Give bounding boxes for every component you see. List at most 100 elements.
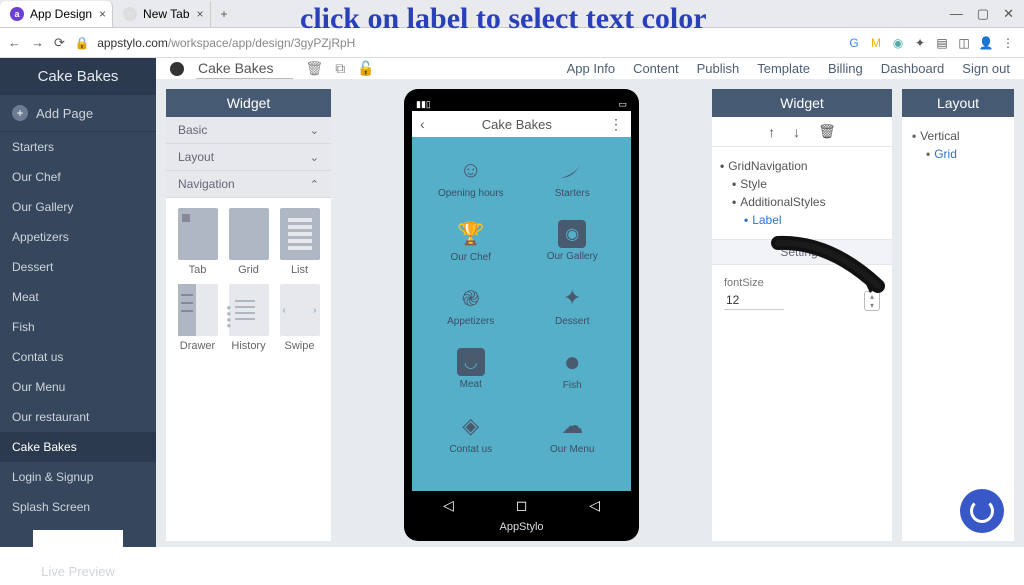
widget-drawer[interactable]: Drawer — [178, 284, 218, 352]
menu-item[interactable]: Dashboard — [881, 61, 945, 76]
phone-preview-wrap: ▮▮▯▭ ‹ Cake Bakes ⋮ ☺Opening hours Start… — [341, 89, 702, 541]
sidebar-item[interactable]: Starters — [0, 132, 156, 162]
widget-list[interactable]: List — [280, 208, 320, 276]
number-stepper[interactable]: ▴▾ — [864, 291, 880, 311]
maximize-icon[interactable]: ▢ — [977, 6, 989, 22]
signal-icon: ▮▮▯ — [416, 99, 431, 110]
spiral-icon: ֎ — [456, 283, 486, 313]
widget-tree: •GridNavigation •Style •AdditionalStyles… — [712, 147, 892, 239]
copy-icon[interactable]: ⧉ — [335, 60, 345, 77]
phone-brand: AppStylo — [412, 519, 631, 535]
widget-inspector: Widget ↑ ↓ 🗑 •GridNavigation •Style •Add… — [712, 89, 892, 541]
panel-header: Layout — [902, 89, 1014, 117]
fontsize-input[interactable]: 12 — [724, 291, 784, 310]
widget-grid[interactable]: Grid — [229, 208, 269, 276]
sidebar-item-active[interactable]: Cake Bakes — [0, 432, 156, 462]
panel-header: Widget — [712, 89, 892, 117]
sidebar-item[interactable]: Dessert — [0, 252, 156, 282]
sidebar-item[interactable]: Our Menu — [0, 372, 156, 402]
grid-cell[interactable]: Starters — [524, 147, 622, 207]
add-page-button[interactable]: + Add Page — [0, 95, 156, 132]
menu-item[interactable]: Billing — [828, 61, 863, 76]
sidebar-item[interactable]: Login & Signup — [0, 462, 156, 492]
close-icon[interactable]: × — [197, 7, 204, 21]
widget-swipe[interactable]: ‹›Swipe — [280, 284, 320, 352]
grid-cell[interactable]: ◉Our Gallery — [524, 211, 622, 271]
sidebar-item[interactable]: Contat us — [0, 342, 156, 372]
menu-item[interactable]: Template — [757, 61, 810, 76]
move-down-icon[interactable]: ↓ — [793, 124, 800, 140]
grid-cell[interactable]: ●Fish — [524, 339, 622, 399]
back-icon[interactable]: ← — [8, 35, 21, 50]
grid-cell[interactable]: ☁Our Menu — [524, 403, 622, 463]
sidebar-item[interactable]: Splash Screen — [0, 492, 156, 522]
section-basic[interactable]: Basic⌄ — [166, 117, 331, 144]
ext-icon[interactable]: M — [868, 35, 884, 51]
sidebar-item[interactable]: Our restaurant — [0, 402, 156, 432]
minimize-icon[interactable]: — — [950, 6, 963, 22]
extension-icons: G M ◉ ✦ ▤ ◫ 👤 ⋮ — [846, 35, 1016, 51]
new-tab-button[interactable]: + — [211, 7, 238, 21]
nav-back-icon[interactable]: ◁ — [443, 497, 454, 514]
layout-node-grid[interactable]: •Grid — [912, 145, 1004, 163]
layout-node[interactable]: •Vertical — [912, 127, 1004, 145]
menu-item[interactable]: Publish — [697, 61, 740, 76]
close-window-icon[interactable]: ✕ — [1003, 6, 1014, 22]
move-up-icon[interactable]: ↑ — [768, 124, 775, 140]
reading-list-icon[interactable]: ▤ — [934, 35, 950, 51]
address-bar[interactable]: 🔒 appstylo.com/workspace/app/design/3gyP… — [75, 36, 836, 50]
panel-header: Widget — [166, 89, 331, 117]
setting-fontsize: fontSize 12 ▴▾ — [712, 265, 892, 323]
reload-icon[interactable]: ⟳ — [54, 35, 65, 51]
browser-tab[interactable]: ◌ New Tab × — [113, 1, 210, 27]
grid-cell[interactable]: ◡Meat — [422, 339, 520, 399]
phone-grid[interactable]: ☺Opening hours Starters 🏆Our Chef ◉Our G… — [412, 137, 631, 491]
menu-item[interactable]: Sign out — [962, 61, 1010, 76]
sidebar-item[interactable]: Meat — [0, 282, 156, 312]
grid-cell[interactable]: ◈Contat us — [422, 403, 520, 463]
ext-icon[interactable]: ◉ — [890, 35, 906, 51]
section-layout[interactable]: Layout⌄ — [166, 144, 331, 171]
ext-icon[interactable]: G — [846, 35, 862, 51]
trash-icon[interactable]: 🗑 — [818, 123, 836, 140]
page-name-input[interactable]: Cake Bakes — [196, 58, 293, 79]
qr-code — [33, 530, 123, 550]
sidebar-item[interactable]: Appetizers — [0, 222, 156, 252]
profile-icon[interactable]: 👤 — [978, 35, 994, 51]
sidebar-item[interactable]: Our Chef — [0, 162, 156, 192]
forward-icon[interactable]: → — [31, 35, 44, 50]
widget-history[interactable]: History — [229, 284, 269, 352]
browser-tab-active[interactable]: a App Design × — [0, 1, 113, 27]
chevron-down-icon: ⌄ — [310, 151, 319, 164]
leaf-icon — [557, 155, 587, 185]
layout-panel: Layout •Vertical •Grid — [902, 89, 1014, 541]
grid-cell[interactable]: 🏆Our Chef — [422, 211, 520, 271]
sidebar-item[interactable]: Our Gallery — [0, 192, 156, 222]
grid-cell[interactable]: ☺Opening hours — [422, 147, 520, 207]
nav-home-icon[interactable]: ◻ — [516, 497, 528, 514]
extensions-icon[interactable]: ✦ — [912, 35, 928, 51]
nav-recent-icon[interactable]: ◁ — [589, 497, 600, 514]
menu-item[interactable]: Content — [633, 61, 679, 76]
grid-cell[interactable]: ֎Appetizers — [422, 275, 520, 335]
tree-node[interactable]: •AdditionalStyles — [720, 193, 884, 211]
sidebar-item[interactable]: Fish — [0, 312, 156, 342]
close-icon[interactable]: × — [99, 7, 106, 21]
tree-node[interactable]: •Style — [720, 175, 884, 193]
widget-tab[interactable]: Tab — [178, 208, 218, 276]
grid-cell[interactable]: ✦Dessert — [524, 275, 622, 335]
chat-fab[interactable] — [960, 489, 1004, 533]
phone-statusbar: ▮▮▯▭ — [412, 97, 631, 111]
trash-icon[interactable]: 🗑 — [305, 60, 323, 77]
tree-node-label[interactable]: •Label — [720, 211, 884, 229]
kebab-icon[interactable]: ⋮ — [609, 116, 623, 133]
menu-icon[interactable]: ⋮ — [1000, 35, 1016, 51]
live-preview-label[interactable]: Live Preview — [0, 558, 156, 585]
menu-item[interactable]: App Info — [567, 61, 615, 76]
side-panel-icon[interactable]: ◫ — [956, 35, 972, 51]
section-navigation[interactable]: Navigation⌃ — [166, 171, 331, 198]
window-controls: — ▢ ✕ — [950, 6, 1024, 22]
tree-node[interactable]: •GridNavigation — [720, 157, 884, 175]
tab-title: New Tab — [143, 7, 189, 21]
unlock-icon[interactable]: 🔓 — [357, 60, 374, 77]
